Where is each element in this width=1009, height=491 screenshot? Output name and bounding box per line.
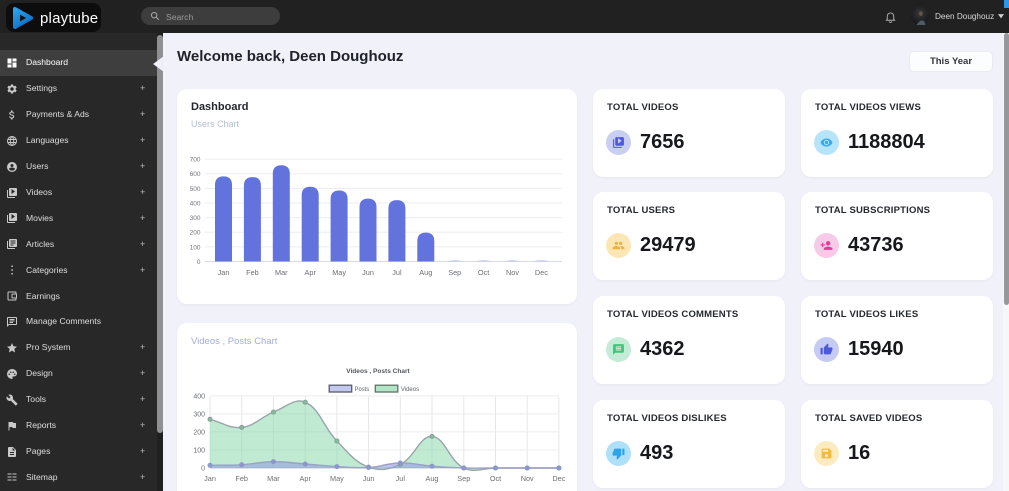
svg-text:0: 0 [197, 259, 201, 266]
svg-text:Videos: Videos [401, 386, 420, 393]
svg-text:Dec: Dec [552, 474, 565, 483]
svg-text:Apr: Apr [305, 268, 317, 277]
svg-text:500: 500 [190, 186, 201, 193]
svg-text:May: May [330, 474, 344, 483]
svg-text:Nov: Nov [521, 474, 534, 483]
svg-text:600: 600 [190, 171, 201, 178]
svg-text:100: 100 [193, 448, 205, 455]
svg-text:200: 200 [190, 230, 201, 237]
svg-text:300: 300 [190, 215, 201, 222]
svg-text:Apr: Apr [300, 474, 312, 483]
svg-text:300: 300 [193, 411, 205, 418]
svg-text:Dec: Dec [535, 268, 548, 277]
svg-text:Nov: Nov [506, 268, 519, 277]
svg-text:Jul: Jul [396, 474, 406, 483]
svg-text:Feb: Feb [246, 268, 259, 277]
svg-text:Jun: Jun [362, 268, 374, 277]
svg-text:400: 400 [190, 200, 201, 207]
svg-text:Sep: Sep [457, 474, 470, 483]
svg-text:May: May [332, 268, 346, 277]
svg-text:200: 200 [193, 429, 205, 436]
svg-text:Mar: Mar [267, 474, 280, 483]
svg-text:Jun: Jun [363, 474, 375, 483]
svg-text:0: 0 [201, 466, 205, 473]
svg-text:Aug: Aug [419, 268, 432, 277]
svg-text:Feb: Feb [235, 474, 248, 483]
svg-text:Oct: Oct [478, 268, 489, 277]
svg-text:400: 400 [193, 393, 205, 400]
svg-text:Videos , Posts Chart: Videos , Posts Chart [346, 368, 410, 375]
svg-text:Mar: Mar [275, 268, 288, 277]
svg-text:Posts: Posts [355, 386, 370, 393]
svg-text:Jan: Jan [218, 268, 230, 277]
svg-text:Aug: Aug [426, 474, 439, 483]
svg-text:100: 100 [190, 244, 201, 251]
svg-text:Jul: Jul [392, 268, 402, 277]
svg-text:Oct: Oct [490, 474, 501, 483]
svg-text:Sep: Sep [448, 268, 461, 277]
svg-text:700: 700 [190, 157, 201, 164]
svg-text:Jan: Jan [204, 474, 216, 483]
